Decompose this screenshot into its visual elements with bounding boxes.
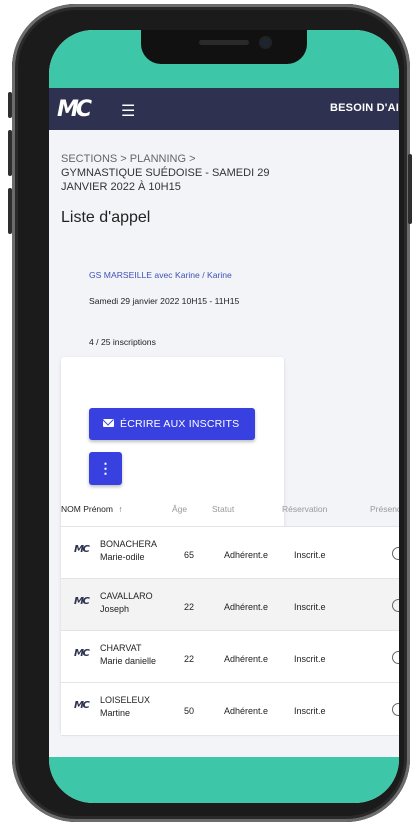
more-vert-icon: ⋮ xyxy=(98,460,113,476)
app-bar: MC ☰ BESOIN D'AIDE xyxy=(49,88,399,130)
member-logo-icon: MC xyxy=(74,596,90,607)
column-header-presence[interactable]: Présence xyxy=(370,504,399,514)
table-row[interactable]: MC LOISELEUX Martine 50 Adhérent.e Inscr… xyxy=(61,682,399,736)
breadcrumb: SECTIONS > PLANNING > GYMNASTIQUE SUÉDOI… xyxy=(61,152,276,194)
member-age: 22 xyxy=(184,602,195,612)
presence-radio[interactable] xyxy=(392,651,399,664)
help-link[interactable]: BESOIN D'AIDE xyxy=(330,102,399,114)
sort-arrow-up-icon: ↑ xyxy=(118,504,123,514)
member-name: LOISELEUX Martine xyxy=(100,694,150,720)
member-name: BONACHERA Marie-odile xyxy=(100,538,157,564)
mail-icon xyxy=(103,419,114,427)
member-reservation: Inscrit.e xyxy=(294,654,326,664)
hamburger-icon[interactable]: ☰ xyxy=(121,101,135,121)
member-last-name: CHARVAT xyxy=(100,643,142,653)
member-first-name: Joseph xyxy=(100,604,130,614)
presence-radio[interactable] xyxy=(392,547,399,560)
column-header-reservation[interactable]: Réservation xyxy=(282,504,327,514)
session-date: Samedi 29 janvier 2022 10H15 - 11H15 xyxy=(89,296,240,306)
member-last-name: BONACHERA xyxy=(100,539,158,549)
member-logo-icon: MC xyxy=(74,700,90,711)
breadcrumb-current: GYMNASTIQUE SUÉDOISE - SAMEDI 29 JANVIER… xyxy=(61,167,270,193)
breadcrumb-separator-icon: > xyxy=(120,153,127,165)
table-row[interactable]: MC CAVALLARO Joseph 22 Adhérent.e Inscri… xyxy=(61,578,399,631)
phone-notch xyxy=(141,30,307,64)
member-name: CAVALLARO Joseph xyxy=(100,590,153,616)
presence-radio[interactable] xyxy=(392,703,399,716)
phone-frame: MC ☰ BESOIN D'AIDE SECTIONS > PLANNING >… xyxy=(8,4,412,822)
phone-power-button xyxy=(408,154,412,224)
breadcrumb-sections[interactable]: SECTIONS xyxy=(61,153,117,165)
member-first-name: Marie-odile xyxy=(100,552,145,562)
breadcrumb-planning[interactable]: PLANNING xyxy=(130,153,186,165)
member-first-name: Martine xyxy=(100,708,131,718)
member-reservation: Inscrit.e xyxy=(294,706,326,716)
speaker-icon xyxy=(199,40,249,45)
member-last-name: CAVALLARO xyxy=(100,591,153,601)
column-header-name[interactable]: NOM Prénom ↑ xyxy=(61,504,123,514)
phone-volume-up-button xyxy=(8,130,12,176)
member-status: Adhérent.e xyxy=(224,550,269,560)
member-logo-icon: MC xyxy=(74,544,90,555)
table-row[interactable]: MC CHARVAT Marie danielle 22 Adhérent.e … xyxy=(61,630,399,683)
registration-count: 4 / 25 inscriptions xyxy=(89,337,156,347)
member-age: 65 xyxy=(184,550,195,560)
member-last-name: LOISELEUX xyxy=(100,695,151,705)
course-link[interactable]: GS MARSEILLE avec Karine / Karine xyxy=(89,270,232,280)
member-logo-icon: MC xyxy=(74,648,90,659)
member-age: 22 xyxy=(184,654,195,664)
more-options-button[interactable]: ⋮ xyxy=(89,452,122,485)
phone-side-button xyxy=(8,92,12,118)
table-row[interactable]: MC BONACHERA Marie-odile 65 Adhérent.e I… xyxy=(61,526,399,579)
member-age: 50 xyxy=(184,706,195,716)
phone-screen: MC ☰ BESOIN D'AIDE SECTIONS > PLANNING >… xyxy=(49,30,399,803)
app-logo[interactable]: MC xyxy=(57,97,92,122)
email-registrants-button[interactable]: ÉCRIRE AUX INSCRITS xyxy=(89,408,255,440)
email-registrants-label: ÉCRIRE AUX INSCRITS xyxy=(120,418,240,430)
member-status: Adhérent.e xyxy=(224,654,269,664)
presence-radio[interactable] xyxy=(392,599,399,612)
main-content: SECTIONS > PLANNING > GYMNASTIQUE SUÉDOI… xyxy=(49,130,399,757)
member-reservation: Inscrit.e xyxy=(294,602,326,612)
camera-icon xyxy=(261,38,270,47)
table-header: NOM Prénom ↑ Âge Statut Réservation Prés… xyxy=(61,490,399,527)
member-status: Adhérent.e xyxy=(224,602,269,612)
page-title: Liste d'appel xyxy=(61,209,151,226)
column-header-name-label: NOM Prénom xyxy=(61,504,113,514)
bottom-bar xyxy=(49,757,399,803)
column-header-age[interactable]: Âge xyxy=(172,504,187,514)
member-first-name: Marie danielle xyxy=(100,656,157,666)
member-status: Adhérent.e xyxy=(224,706,269,716)
column-header-status[interactable]: Statut xyxy=(212,504,234,514)
breadcrumb-separator-icon: > xyxy=(189,153,196,165)
member-name: CHARVAT Marie danielle xyxy=(100,642,156,668)
phone-volume-down-button xyxy=(8,188,12,234)
member-reservation: Inscrit.e xyxy=(294,550,326,560)
